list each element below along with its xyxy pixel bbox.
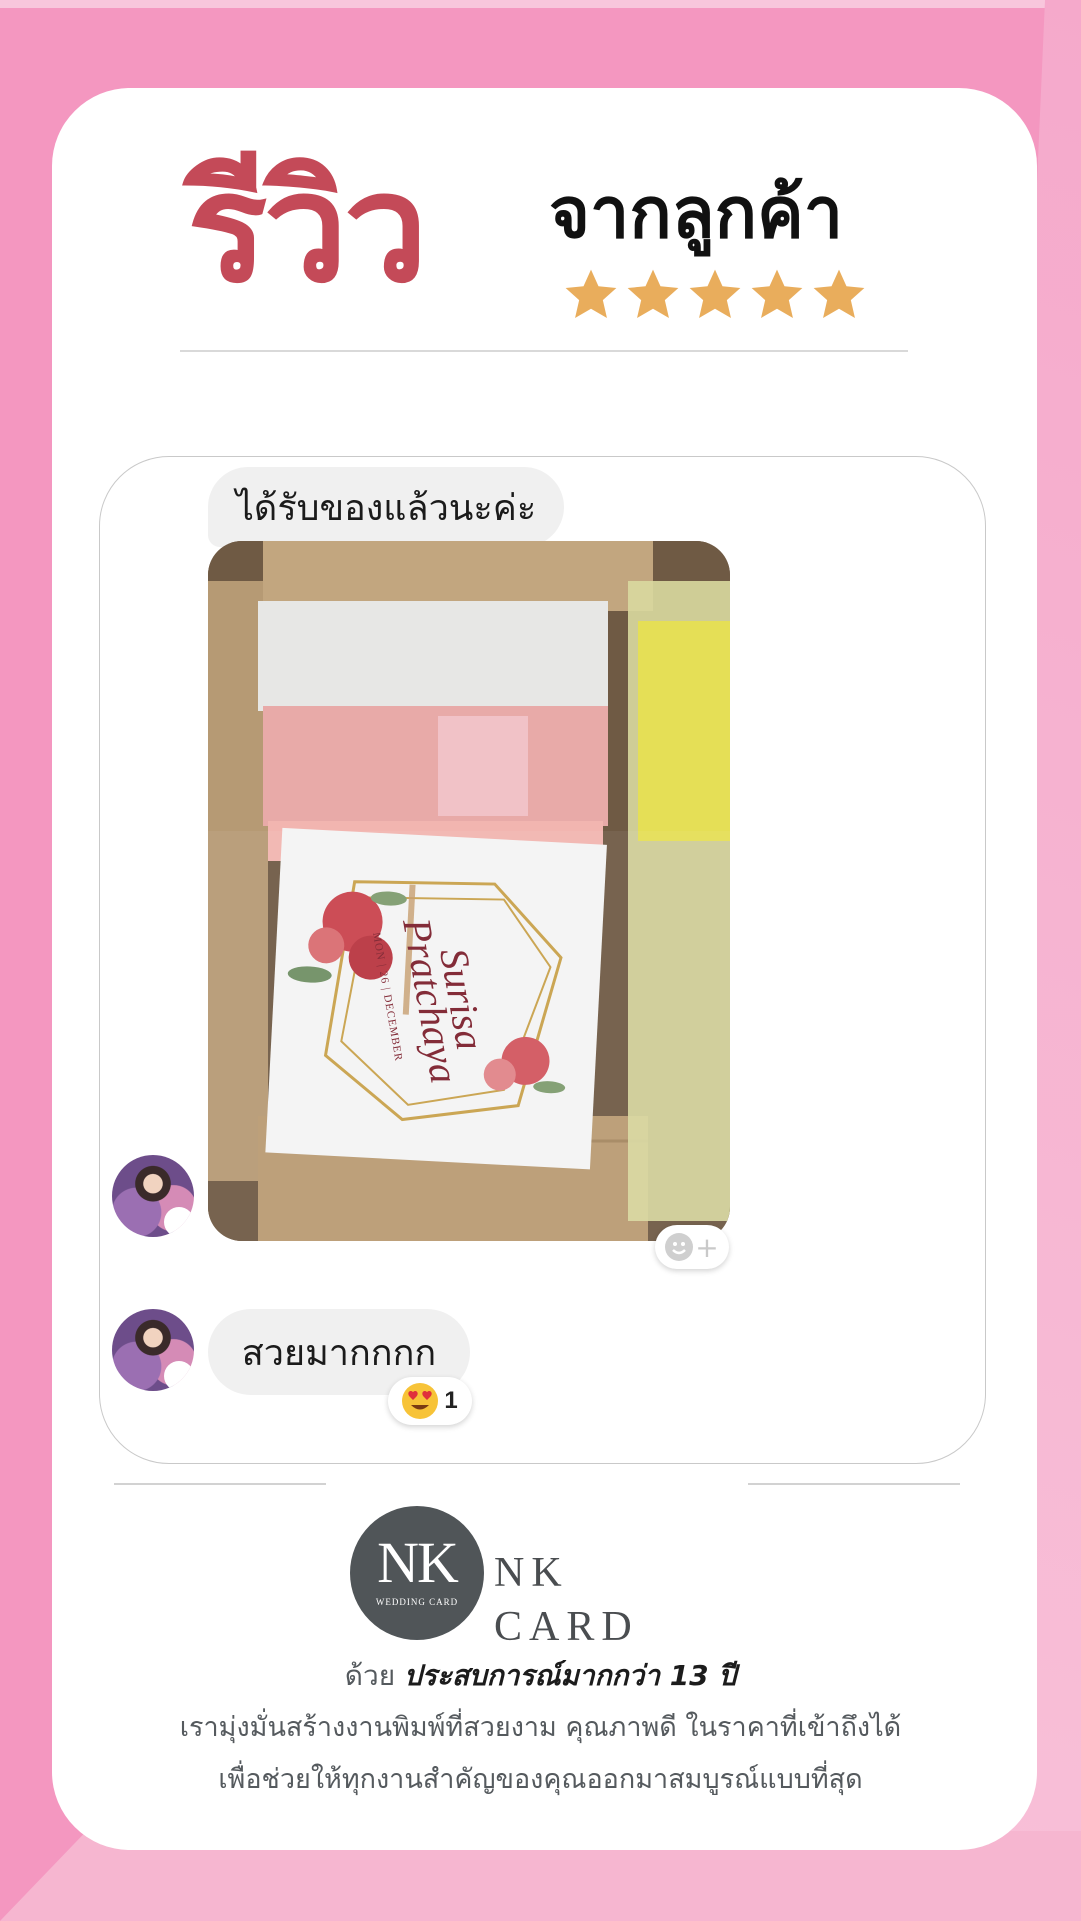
tagline-line-3: เพื่อช่วยให้ทุกงานสำคัญของคุณออกมาสมบูรณ…	[218, 1764, 863, 1795]
logo-mark: NK	[377, 1530, 459, 1595]
divider-left	[114, 1483, 326, 1485]
divider-right	[748, 1483, 960, 1485]
tagline-experience: ด้วย ประสบการณ์มากกว่า 13 ปี	[0, 1654, 1081, 1698]
heart-eyes-icon	[402, 1383, 439, 1419]
reaction-badge[interactable]: 1	[388, 1377, 472, 1425]
top-band	[0, 0, 1081, 8]
brand-name: NK CARD	[494, 1550, 639, 1650]
plus-icon: +	[695, 1230, 719, 1264]
message-text: ได้รับของแล้วนะค่ะ	[235, 487, 537, 529]
brand-logo: NK WEDDING CARD	[350, 1506, 484, 1640]
title-review: รีวิว	[187, 144, 428, 312]
title-divider	[180, 350, 908, 352]
photo-image: Surisa Pratchaya MON | 26 | DECEMBER	[208, 541, 730, 1241]
star-icon	[751, 269, 803, 318]
reaction-count: 1	[444, 1387, 458, 1414]
smile-icon	[665, 1233, 694, 1261]
avatar[interactable]	[112, 1309, 194, 1391]
tagline-prefix: ด้วย	[344, 1659, 396, 1692]
tagline-highlight: ประสบการณ์มากกว่า 13 ปี	[404, 1659, 737, 1692]
title-from-customer: จากลูกค้า	[549, 174, 844, 252]
star-icon	[627, 269, 679, 318]
logo-subtext: WEDDING CARD	[375, 1597, 459, 1607]
star-icon	[813, 269, 865, 318]
add-reaction-button[interactable]: +	[655, 1225, 729, 1269]
message-photo[interactable]: Surisa Pratchaya MON | 26 | DECEMBER	[208, 541, 730, 1241]
message-bubble-received[interactable]: ได้รับของแล้วนะค่ะ	[208, 467, 564, 547]
star-icon	[565, 269, 617, 318]
tagline-line-2: เรามุ่งมั่นสร้างงานพิมพ์ที่สวยงาม คุณภาพ…	[179, 1712, 902, 1743]
star-icon	[689, 269, 741, 318]
avatar[interactable]	[112, 1155, 194, 1237]
chat-screenshot: ได้รับของแล้วนะค่ะ Surisa Pratchaya MON …	[99, 456, 986, 1464]
message-text: สวยมากกกก	[241, 1332, 437, 1374]
rating-stars	[562, 266, 882, 326]
